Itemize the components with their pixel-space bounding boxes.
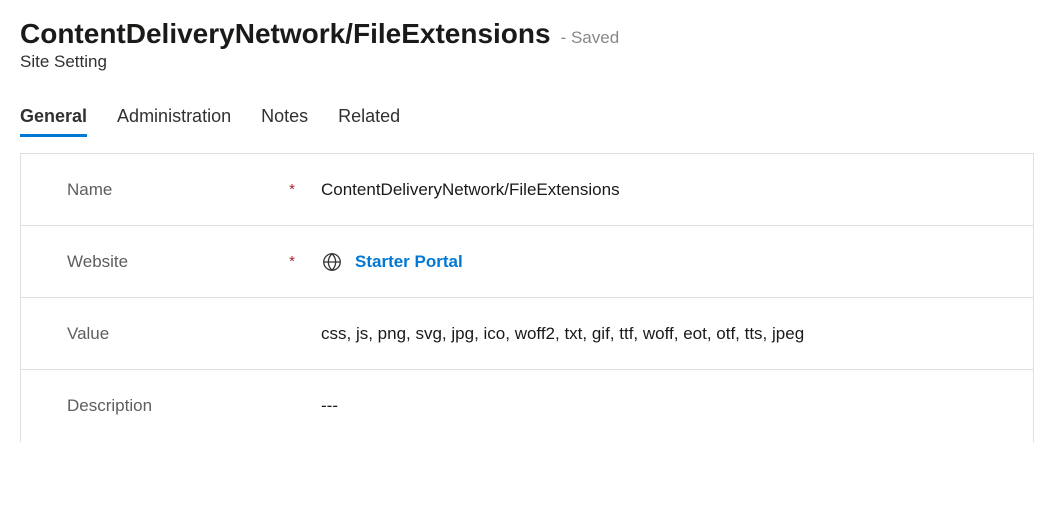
label-cell: Name * xyxy=(67,180,321,200)
description-value: --- xyxy=(321,396,338,416)
tab-bar: General Administration Notes Related xyxy=(20,106,1034,135)
tab-general[interactable]: General xyxy=(20,106,87,135)
value-cell-name[interactable]: ContentDeliveryNetwork/FileExtensions xyxy=(321,180,1033,200)
field-label-description: Description xyxy=(67,396,152,416)
value-value: css, js, png, svg, jpg, ico, woff2, txt,… xyxy=(321,324,804,344)
field-row-name: Name * ContentDeliveryNetwork/FileExtens… xyxy=(21,154,1033,226)
label-cell: Description xyxy=(67,396,321,416)
name-value: ContentDeliveryNetwork/FileExtensions xyxy=(321,180,620,200)
tab-administration[interactable]: Administration xyxy=(117,106,231,135)
value-cell-value[interactable]: css, js, png, svg, jpg, ico, woff2, txt,… xyxy=(321,324,1033,344)
field-row-value: Value css, js, png, svg, jpg, ico, woff2… xyxy=(21,298,1033,370)
field-row-description: Description --- xyxy=(21,370,1033,442)
page-title: ContentDeliveryNetwork/FileExtensions xyxy=(20,18,551,50)
required-mark: * xyxy=(289,181,295,198)
page-header: ContentDeliveryNetwork/FileExtensions - … xyxy=(20,18,1034,72)
field-label-name: Name xyxy=(67,180,112,200)
title-row: ContentDeliveryNetwork/FileExtensions - … xyxy=(20,18,1034,50)
value-cell-description[interactable]: --- xyxy=(321,396,1033,416)
value-cell-website[interactable]: Starter Portal xyxy=(321,251,1033,273)
form-panel: Name * ContentDeliveryNetwork/FileExtens… xyxy=(20,153,1034,442)
entity-type-label: Site Setting xyxy=(20,52,1034,72)
field-label-value: Value xyxy=(67,324,109,344)
field-row-website: Website * Starter Portal xyxy=(21,226,1033,298)
tab-notes[interactable]: Notes xyxy=(261,106,308,135)
save-status: - Saved xyxy=(561,28,620,48)
field-label-website: Website xyxy=(67,252,128,272)
label-cell: Value xyxy=(67,324,321,344)
required-mark: * xyxy=(289,253,295,270)
tab-related[interactable]: Related xyxy=(338,106,400,135)
website-link[interactable]: Starter Portal xyxy=(355,252,463,272)
label-cell: Website * xyxy=(67,252,321,272)
globe-icon xyxy=(321,251,343,273)
